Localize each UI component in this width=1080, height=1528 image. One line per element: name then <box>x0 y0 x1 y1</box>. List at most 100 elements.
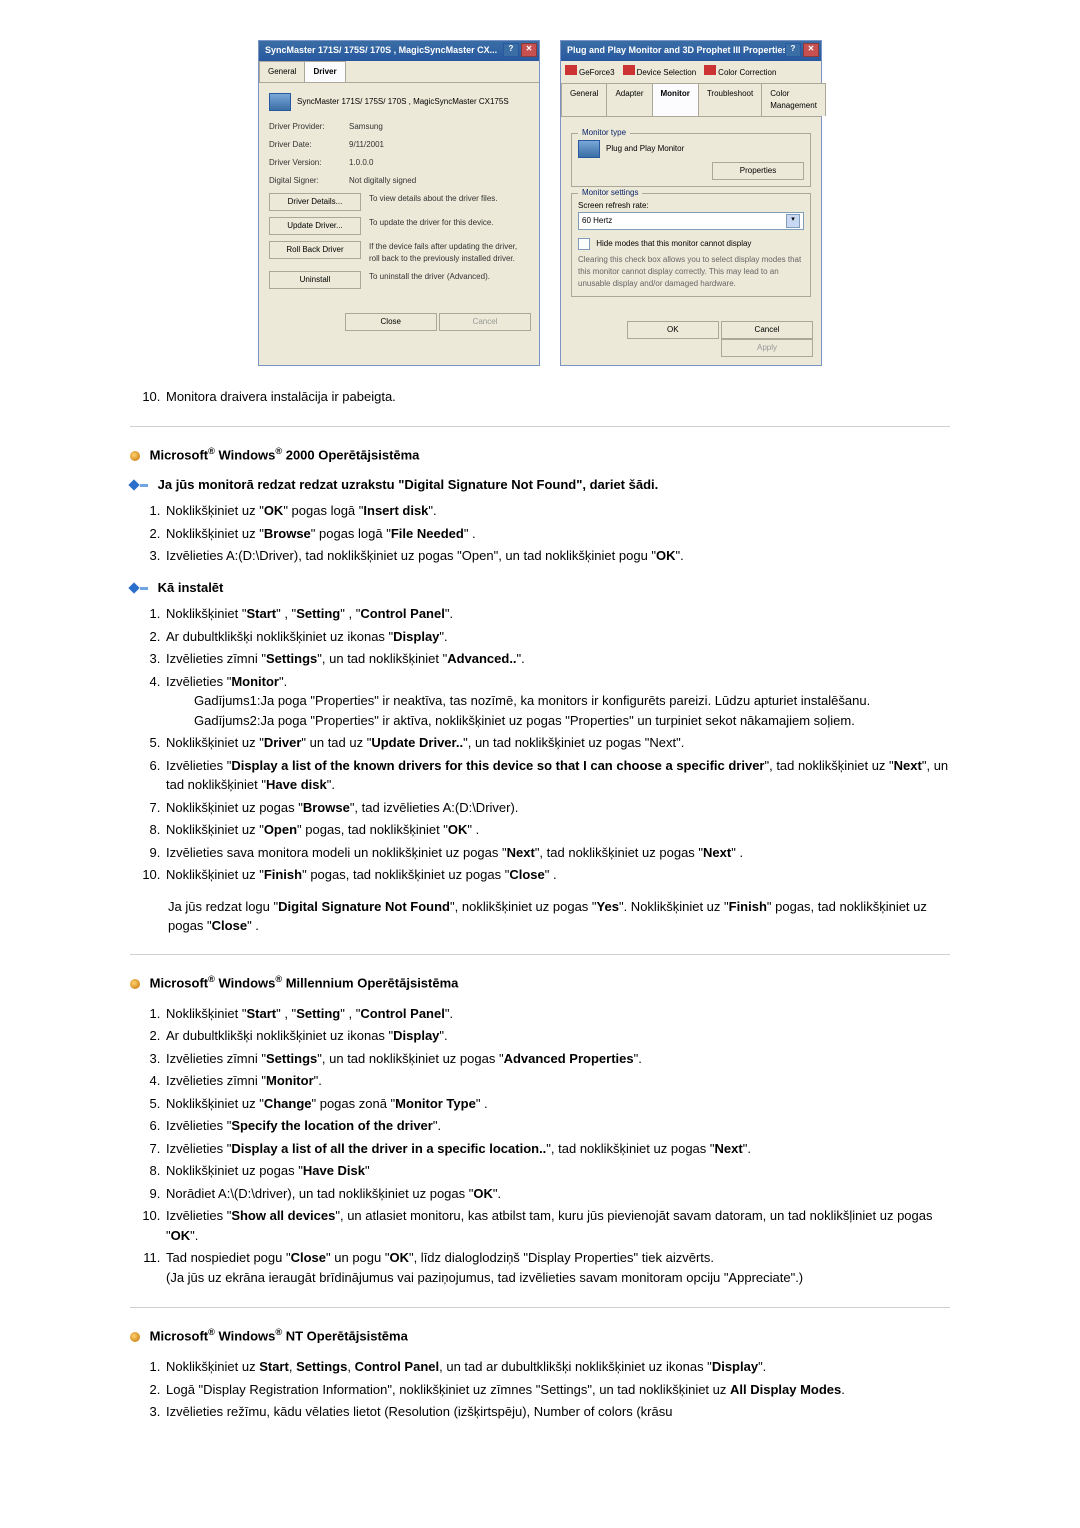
screenshot-row: SyncMaster 171S/ 175S/ 170S , MagicSyncM… <box>130 40 950 366</box>
tab-troubleshoot[interactable]: Troubleshoot <box>698 83 762 116</box>
tab-geforce[interactable]: GeForce3 <box>579 68 615 77</box>
device-name: SyncMaster 171S/ 175S/ 170S , MagicSyncM… <box>297 96 509 108</box>
case2: Gadījums2:Ja poga "Properties" ir aktīva… <box>194 711 950 731</box>
monitor-type-value: Plug and Play Monitor <box>606 143 684 155</box>
heading-winnt: Microsoft® Windows® NT Operētājsistēma <box>130 1326 950 1346</box>
cancel-button[interactable]: Cancel <box>721 321 813 339</box>
gear-icon <box>130 979 140 989</box>
refresh-rate-value: 60 Hertz <box>582 215 612 227</box>
step-10-list: Monitora draivera instalācija ir pabeigt… <box>130 386 950 409</box>
text: Kā instalēt <box>158 580 224 595</box>
text: Microsoft <box>150 975 209 990</box>
update-driver-button[interactable]: Update Driver... <box>269 217 361 235</box>
list-item: Izvēlieties "Display a list of the known… <box>164 755 950 797</box>
help-window-button[interactable]: ? <box>785 43 801 57</box>
properties-button[interactable]: Properties <box>712 162 804 180</box>
tab-color-mgmt[interactable]: Color Management <box>761 83 826 116</box>
tab-adapter[interactable]: Adapter <box>606 83 652 116</box>
list-item: Norādiet A:\(D:\driver), un tad noklikšķ… <box>164 1183 950 1206</box>
list-item: Izvēlieties A:(D:\Driver), tad noklikšķi… <box>164 545 950 568</box>
color-correction-icon <box>704 65 716 75</box>
list-item: Noklikšķiniet uz Start, Settings, Contro… <box>164 1356 950 1379</box>
separator <box>130 954 950 955</box>
close-button[interactable]: Close <box>345 313 437 331</box>
tab-device-selection[interactable]: Device Selection <box>637 68 697 77</box>
dialog1-titlebar: SyncMaster 171S/ 175S/ 170S , MagicSyncM… <box>259 41 539 61</box>
refresh-rate-select[interactable]: 60 Hertz ▾ <box>578 212 804 230</box>
rollback-driver-desc: If the device fails after updating the d… <box>369 241 529 265</box>
label-version: Driver Version: <box>269 157 349 169</box>
dialog1-tabstrip: General Driver <box>259 61 539 83</box>
list-item: Izvēlieties zīmni "Settings", un tad nok… <box>164 648 950 671</box>
gear-icon <box>130 451 140 461</box>
note-digital-sig: Ja jūs monitorā redzat redzat uzrakstu "… <box>130 475 950 495</box>
list-nt: Noklikšķiniet uz Start, Settings, Contro… <box>130 1356 950 1424</box>
value-date: 9/11/2001 <box>349 139 529 151</box>
heading-winme: Microsoft® Windows® Millennium Operētājs… <box>130 973 950 993</box>
list-item: Tad nospiediet pogu "Close" un pogu "OK"… <box>164 1247 950 1289</box>
list-item: Izvēlieties zīmni "Monitor". <box>164 1070 950 1093</box>
arrow-icon <box>130 481 148 491</box>
dialog2-tabstrip: General Adapter Monitor Troubleshoot Col… <box>561 83 821 117</box>
text: Windows <box>218 447 275 462</box>
list-item: Noklikšķiniet uz "OK" pogas logā "Insert… <box>164 500 950 523</box>
label-signer: Digital Signer: <box>269 175 349 187</box>
dialog2-title: Plug and Play Monitor and 3D Prophet III… <box>567 45 788 55</box>
tab-driver[interactable]: Driver <box>304 61 345 82</box>
list-item: Noklikšķiniet uz "Finish" pogas, tad nok… <box>164 864 950 887</box>
list-item: Izvēlieties "Display a list of all the d… <box>164 1138 950 1161</box>
list-item: Izvēlieties sava monitora modeli un nokl… <box>164 842 950 865</box>
text: 2000 Operētājsistēma <box>286 447 420 462</box>
close-window-button[interactable]: ✕ <box>803 43 819 57</box>
value-signer: Not digitally signed <box>349 175 529 187</box>
monitor-icon <box>578 140 600 158</box>
list-item: Noklikšķiniet uz "Driver" un tad uz "Upd… <box>164 732 950 755</box>
list-item: Noklikšķiniet uz pogas "Have Disk" <box>164 1160 950 1183</box>
value-provider: Samsung <box>349 121 529 133</box>
device-selection-icon <box>623 65 635 75</box>
tail-note-2000: Ja jūs redzat logu "Digital Signature No… <box>168 897 950 936</box>
list-dsig: Noklikšķiniet uz "OK" pogas logā "Insert… <box>130 500 950 568</box>
list-item: Izvēlieties "Monitor". Gadījums1:Ja poga… <box>164 671 950 733</box>
step-10-text: Monitora draivera instalācija ir pabeigt… <box>166 389 396 404</box>
monitor-type-group: Monitor type Plug and Play Monitor Prope… <box>571 133 811 187</box>
step-10: Monitora draivera instalācija ir pabeigt… <box>164 386 950 409</box>
driver-details-button[interactable]: Driver Details... <box>269 193 361 211</box>
text: Microsoft <box>150 1329 209 1344</box>
list-item: Noklikšķiniet uz pogas "Browse", tad izv… <box>164 797 950 820</box>
list-item: Izvēlieties režīmu, kādu vēlaties lietot… <box>164 1401 950 1424</box>
tab-monitor[interactable]: Monitor <box>652 83 699 116</box>
hide-modes-checkbox[interactable] <box>578 238 590 250</box>
text: Microsoft <box>150 447 209 462</box>
tab-general[interactable]: General <box>259 61 305 82</box>
list-item: Logā "Display Registration Information",… <box>164 1379 950 1402</box>
close-window-button[interactable]: ✕ <box>521 43 537 57</box>
driver-dialog: SyncMaster 171S/ 175S/ 170S , MagicSyncM… <box>258 40 540 366</box>
text: Ja jūs monitorā redzat redzat uzrakstu "… <box>158 477 659 492</box>
ok-button[interactable]: OK <box>627 321 719 339</box>
tab-general-2[interactable]: General <box>561 83 607 116</box>
list-item: Noklikšķiniet uz "Change" pogas zonā "Mo… <box>164 1093 950 1116</box>
case1: Gadījums1:Ja poga "Properties" ir neaktī… <box>194 691 950 711</box>
dropdown-arrow-icon: ▾ <box>786 214 800 228</box>
list-item: Noklikšķiniet "Start" , "Setting" , "Con… <box>164 603 950 626</box>
dialog2-titlebar: Plug and Play Monitor and 3D Prophet III… <box>561 41 821 61</box>
help-window-button[interactable]: ? <box>503 43 519 57</box>
driver-details-desc: To view details about the driver files. <box>369 193 529 205</box>
text: Millennium Operētājsistēma <box>286 975 459 990</box>
uninstall-button[interactable]: Uninstall <box>269 271 361 289</box>
label-date: Driver Date: <box>269 139 349 151</box>
tab-color-correction[interactable]: Color Correction <box>718 68 776 77</box>
list-item: Izvēlieties "Show all devices", un atlas… <box>164 1205 950 1247</box>
refresh-rate-label: Screen refresh rate: <box>578 200 804 212</box>
list-item: Ar dubultklikšķi noklikšķiniet uz ikonas… <box>164 1025 950 1048</box>
dialog2-window-buttons: ? ✕ <box>785 43 819 57</box>
list-item: Ar dubultklikšķi noklikšķiniet uz ikonas… <box>164 626 950 649</box>
cancel-button[interactable]: Cancel <box>439 313 531 331</box>
list-item: Noklikšķiniet uz "Open" pogas, tad nokli… <box>164 819 950 842</box>
rollback-driver-button[interactable]: Roll Back Driver <box>269 241 361 259</box>
text: NT Operētājsistēma <box>286 1329 408 1344</box>
apply-button[interactable]: Apply <box>721 339 813 357</box>
uninstall-desc: To uninstall the driver (Advanced). <box>369 271 529 283</box>
list-install-2000: Noklikšķiniet "Start" , "Setting" , "Con… <box>130 603 950 887</box>
